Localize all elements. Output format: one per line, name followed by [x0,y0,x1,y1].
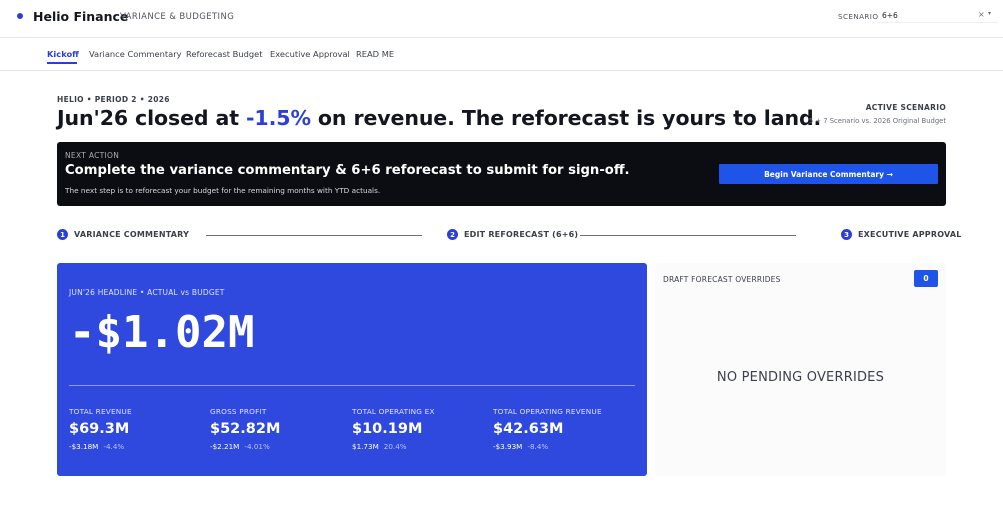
step-number: 1 [57,229,68,240]
metric-value: $42.63M [493,421,564,437]
tab-executive-approval[interactable]: Executive Approval [270,49,350,59]
headline-percent: -1.5% [246,106,311,130]
metric-total-operating-ex: TOTAL OPERATING EX $10.19M $1.73M 20.4% [352,407,435,451]
metric-delta-pct: -4.4% [103,442,125,451]
tab-read-me[interactable]: READ ME [356,49,394,59]
chevron-down-icon[interactable]: ▾ [988,10,991,17]
tab-kickoff[interactable]: Kickoff [47,49,79,59]
metric-total-revenue: TOTAL REVENUE $69.3M -$3.18M -4.4% [69,407,132,451]
metric-delta-abs: $1.73M [352,442,379,451]
step-label: EXECUTIVE APPROVAL [858,230,962,239]
headline-prefix: Jun'26 closed at [57,106,247,130]
step-connector [206,235,422,236]
next-action-eyebrow: NEXT ACTION [65,151,120,160]
step-label: VARIANCE COMMENTARY [74,230,190,239]
metric-delta-pct: -4.01% [244,442,270,451]
metric-delta: -$2.21M -4.01% [210,442,280,451]
begin-variance-commentary-button[interactable]: Begin Variance Commentary → [719,164,938,184]
kpi-eyebrow: JUN'26 HEADLINE • ACTUAL vs BUDGET [69,288,225,297]
next-action-description: The next step is to reforecast your budg… [65,186,381,195]
active-scenario-subtitle: 5 + 7 Scenario vs. 2026 Original Budget [808,117,946,125]
next-action-banner: NEXT ACTION Complete the variance commen… [57,142,946,206]
metric-gross-profit: GROSS PROFIT $52.82M -$2.21M -4.01% [210,407,280,451]
metric-delta: $1.73M 20.4% [352,442,435,451]
metric-label: TOTAL OPERATING EX [352,407,435,416]
brand-dot-icon [17,13,23,19]
clear-icon[interactable]: × [978,10,985,19]
headline-kpi-card: JUN'26 HEADLINE • ACTUAL vs BUDGET -$1.0… [57,263,647,476]
active-tab-indicator [47,62,77,64]
top-bar: Helio Finance VARIANCE & BUDGETING SCENA… [0,0,1003,38]
tab-bar: Kickoff Variance Commentary Reforecast B… [0,38,1003,71]
metric-value: $52.82M [210,421,281,437]
overrides-title: DRAFT FORECAST OVERRIDES [663,275,781,284]
overrides-count-badge: 0 [914,270,938,287]
app-subtitle: VARIANCE & BUDGETING [120,12,235,22]
step-edit-reforecast: 2 EDIT REFORECAST (6+6) [447,229,578,240]
kpi-divider [69,385,635,386]
active-scenario-title: ACTIVE SCENARIO [865,103,946,112]
step-variance-commentary: 1 VARIANCE COMMENTARY [57,229,189,240]
app-name: Helio Finance [33,9,129,24]
step-number: 2 [447,229,458,240]
step-executive-approval: 3 EXECUTIVE APPROVAL [841,229,962,240]
metric-total-operating-revenue: TOTAL OPERATING REVENUE $42.63M -$3.93M -… [493,407,602,451]
metric-label: TOTAL REVENUE [69,407,132,416]
draft-forecast-overrides-panel: DRAFT FORECAST OVERRIDES 0 NO PENDING OV… [655,263,946,476]
metric-label: GROSS PROFIT [210,407,267,416]
metric-value: $10.19M [352,421,423,437]
next-action-title: Complete the variance commentary & 6+6 r… [65,163,630,178]
metric-delta: -$3.93M -8.4% [493,442,602,451]
active-scenario: ACTIVE SCENARIO 5 + 7 Scenario vs. 2026 … [809,103,946,125]
metric-delta: -$3.18M -4.4% [69,442,132,451]
period-eyebrow: HELIO • PERIOD 2 • 2026 [57,95,170,104]
scenario-value: 6+6 [882,11,898,20]
scenario-select[interactable]: 6+6 × ▾ [878,8,998,23]
step-connector [580,235,796,236]
kpi-headline-value: -$1.02M [69,307,255,358]
page-headline: Jun'26 closed at -1.5% on revenue. The r… [57,106,821,130]
tab-variance-commentary[interactable]: Variance Commentary [89,49,182,59]
metric-label: TOTAL OPERATING REVENUE [493,407,602,416]
metric-value: $69.3M [69,421,130,437]
headline-suffix: on revenue. The reforecast is yours to l… [310,106,822,130]
step-number: 3 [841,229,852,240]
metric-delta-pct: 20.4% [383,442,407,451]
metric-delta-abs: -$2.21M [210,442,240,451]
metric-delta-abs: -$3.18M [69,442,99,451]
metric-delta-abs: -$3.93M [493,442,523,451]
overrides-empty-state: NO PENDING OVERRIDES [716,370,885,385]
metric-delta-pct: -8.4% [527,442,549,451]
step-label: EDIT REFORECAST (6+6) [464,230,579,239]
tab-reforecast-budget[interactable]: Reforecast Budget [186,49,263,59]
scenario-label: SCENARIO [838,12,879,21]
